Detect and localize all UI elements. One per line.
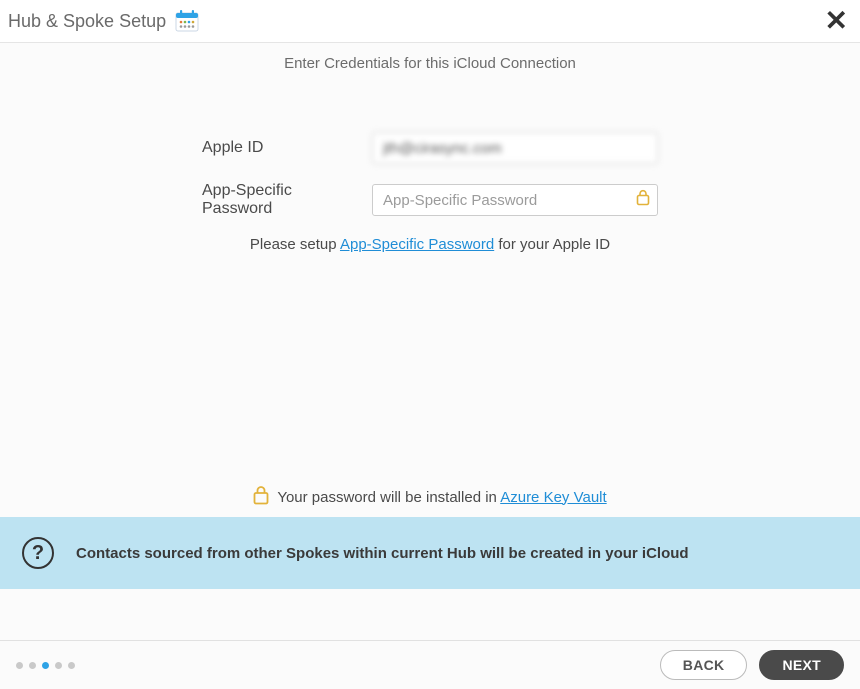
info-banner-text: Contacts sourced from other Spokes withi…	[76, 545, 689, 562]
password-label: App-Specific Password	[202, 182, 372, 218]
lock-icon	[636, 190, 650, 211]
key-vault-line: Your password will be installed in Azure…	[0, 485, 860, 509]
close-icon[interactable]: ✕	[825, 7, 848, 35]
help-prefix: Please setup	[250, 236, 340, 253]
apple-id-row: Apple ID	[202, 132, 658, 164]
password-input[interactable]	[372, 184, 658, 216]
step-dot	[29, 662, 36, 669]
instruction-text: Enter Credentials for this iCloud Connec…	[0, 55, 860, 72]
hub-spoke-setup-modal: Hub & Spoke Setup ✕ Enter Credentials fo…	[0, 0, 860, 689]
step-indicator	[16, 662, 75, 669]
credentials-form: Apple ID App-Specific Password	[0, 132, 860, 253]
app-specific-help: Please setup App-Specific Password for y…	[250, 236, 610, 253]
calendar-icon	[174, 8, 200, 34]
next-button[interactable]: NEXT	[759, 650, 844, 680]
step-dot	[55, 662, 62, 669]
modal-header: Hub & Spoke Setup ✕	[0, 0, 860, 43]
lock-icon	[253, 485, 269, 509]
back-button[interactable]: BACK	[660, 650, 748, 680]
step-dot	[68, 662, 75, 669]
apple-id-label: Apple ID	[202, 139, 372, 157]
step-dot	[42, 662, 49, 669]
step-dot	[16, 662, 23, 669]
app-specific-password-link[interactable]: App-Specific Password	[340, 236, 494, 253]
password-row: App-Specific Password	[202, 182, 658, 218]
info-banner: ? Contacts sourced from other Spokes wit…	[0, 517, 860, 589]
help-suffix: for your Apple ID	[494, 236, 610, 253]
vault-text: Your password will be installed in	[277, 489, 500, 506]
modal-footer: BACK NEXT	[0, 641, 860, 689]
modal-title: Hub & Spoke Setup	[8, 11, 166, 32]
azure-key-vault-link[interactable]: Azure Key Vault	[500, 489, 606, 506]
apple-id-input[interactable]	[372, 132, 658, 164]
modal-body: Enter Credentials for this iCloud Connec…	[0, 43, 860, 689]
help-icon: ?	[22, 537, 54, 569]
